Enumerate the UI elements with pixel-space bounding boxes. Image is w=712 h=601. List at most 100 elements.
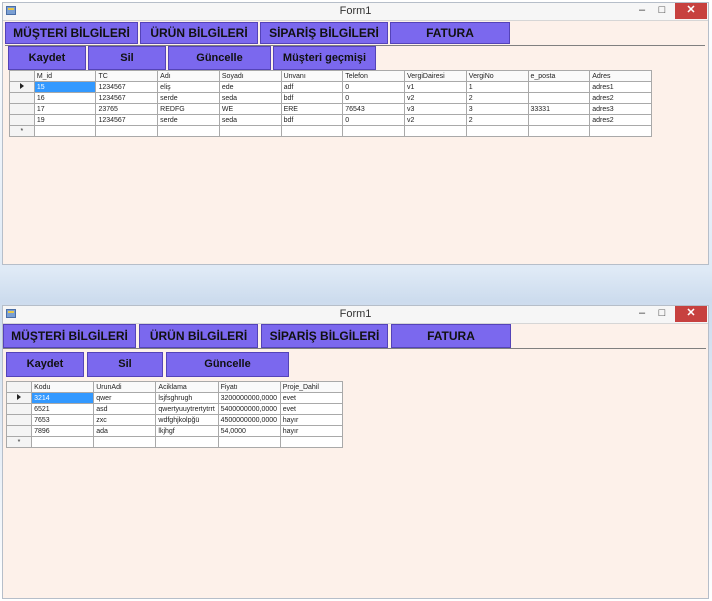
new-row-marker[interactable]: * xyxy=(9,125,35,137)
table-cell[interactable]: bdf xyxy=(280,114,344,126)
table-cell[interactable]: serde xyxy=(157,114,220,126)
title-bar[interactable]: Form1 – □ ✕ xyxy=(3,3,708,21)
table-cell[interactable]: ede xyxy=(218,81,282,93)
table-cell[interactable] xyxy=(527,81,591,93)
table-cell[interactable]: 76543 xyxy=(342,103,405,115)
column-header[interactable]: Telefon xyxy=(342,70,405,82)
minimize-icon[interactable]: – xyxy=(632,306,652,322)
table-cell[interactable]: adres2 xyxy=(589,114,652,126)
table-cell[interactable]: 7896 xyxy=(31,425,95,437)
table-cell[interactable]: 33331 xyxy=(527,103,591,115)
column-header[interactable]: Unvanı xyxy=(280,70,344,82)
table-cell[interactable] xyxy=(155,436,219,448)
table-cell[interactable]: 0 xyxy=(342,114,405,126)
table-cell[interactable]: WE xyxy=(218,103,282,115)
table-row[interactable]: 17 23765 REDFG WE ERE 76543 v3 3 33331 a… xyxy=(9,103,652,115)
table-cell[interactable]: 0 xyxy=(342,81,405,93)
table-row[interactable]: 6521 asd qwertyuuytrertytrrt 5400000000,… xyxy=(5,403,344,415)
table-cell[interactable] xyxy=(527,125,591,137)
table-row[interactable]: 19 1234567 serde seda bdf 0 v2 2 adres2 xyxy=(9,114,652,126)
close-icon[interactable]: ✕ xyxy=(675,306,707,322)
table-cell[interactable] xyxy=(217,436,281,448)
sil-button[interactable]: Sil xyxy=(88,46,166,70)
table-cell[interactable]: adres3 xyxy=(589,103,652,115)
table-cell[interactable]: 23765 xyxy=(95,103,159,115)
new-row[interactable]: * xyxy=(9,125,652,137)
table-row[interactable]: 15 1234567 eliş ede adf 0 v1 1 adres1 xyxy=(9,81,652,93)
table-cell[interactable]: 4500000000,0000 xyxy=(217,414,281,426)
table-row[interactable]: 7896 ada lkjhgf 54,0000 hayır xyxy=(5,425,344,437)
table-cell[interactable]: eliş xyxy=(157,81,220,93)
table-cell[interactable]: 16 xyxy=(33,92,97,104)
table-cell[interactable]: 2 xyxy=(465,92,529,104)
table-cell[interactable] xyxy=(31,436,95,448)
current-row-arrow-icon[interactable] xyxy=(5,392,33,404)
table-cell[interactable]: lkjhgf xyxy=(155,425,219,437)
column-header[interactable]: Aciklama xyxy=(155,381,219,393)
row-header[interactable] xyxy=(5,414,33,426)
table-cell[interactable]: ERE xyxy=(280,103,344,115)
table-cell[interactable]: 7653 xyxy=(31,414,95,426)
table-cell[interactable]: v2 xyxy=(403,92,467,104)
row-header[interactable] xyxy=(9,114,35,126)
maximize-icon[interactable]: □ xyxy=(652,306,672,322)
tab-fatura[interactable]: FATURA xyxy=(390,22,510,44)
table-cell[interactable]: 5400000000,0000 xyxy=(217,403,281,415)
table-cell[interactable]: ada xyxy=(93,425,157,437)
table-cell[interactable]: evet xyxy=(279,403,344,415)
row-header[interactable] xyxy=(9,92,35,104)
row-header[interactable] xyxy=(9,103,35,115)
kaydet-button[interactable]: Kaydet xyxy=(8,46,86,70)
table-cell[interactable] xyxy=(465,125,529,137)
table-cell[interactable] xyxy=(33,125,97,137)
table-cell[interactable]: qwertyuuytrertytrrt xyxy=(155,403,219,415)
table-row[interactable]: 3214 qwer lsjfsghrugh 3200000000,0000 ev… xyxy=(5,392,344,404)
customers-data-grid[interactable]: M_id TC Adı Soyadı Unvanı Telefon VergiD… xyxy=(9,70,652,137)
row-header[interactable] xyxy=(5,403,33,415)
table-cell[interactable]: 15 xyxy=(33,81,97,93)
table-cell[interactable] xyxy=(342,125,405,137)
new-row[interactable]: * xyxy=(5,436,344,448)
table-cell[interactable]: 3200000000,0000 xyxy=(217,392,281,404)
table-cell[interactable] xyxy=(589,125,652,137)
column-header[interactable]: Proje_Dahil xyxy=(279,381,344,393)
table-cell[interactable]: 3 xyxy=(465,103,529,115)
table-cell[interactable]: 2 xyxy=(465,114,529,126)
table-cell[interactable] xyxy=(280,125,344,137)
tab-musteri-bilgileri[interactable]: MÜŞTERİ BİLGİLERİ xyxy=(5,22,138,44)
column-header[interactable]: e_posta xyxy=(527,70,591,82)
table-cell[interactable]: adres1 xyxy=(589,81,652,93)
column-header[interactable]: VergiNo xyxy=(465,70,529,82)
column-header[interactable]: Fiyatı xyxy=(217,381,281,393)
table-cell[interactable]: REDFG xyxy=(157,103,220,115)
table-row[interactable]: 16 1234567 serde seda bdf 0 v2 2 adres2 xyxy=(9,92,652,104)
table-cell[interactable]: seda xyxy=(218,114,282,126)
table-cell[interactable]: 17 xyxy=(33,103,97,115)
column-header[interactable]: Kodu xyxy=(31,381,95,393)
table-cell[interactable] xyxy=(93,436,157,448)
table-cell[interactable]: wdfghjkolpğü xyxy=(155,414,219,426)
table-cell[interactable] xyxy=(403,125,467,137)
table-cell[interactable]: 1234567 xyxy=(95,92,159,104)
table-cell[interactable]: hayır xyxy=(279,425,344,437)
column-header[interactable]: Adres xyxy=(589,70,652,82)
table-cell[interactable]: seda xyxy=(218,92,282,104)
tab-urun-bilgileri[interactable]: ÜRÜN BİLGİLERİ xyxy=(139,324,258,348)
maximize-icon[interactable]: □ xyxy=(652,3,672,19)
table-cell[interactable]: bdf xyxy=(280,92,344,104)
tab-musteri-bilgileri[interactable]: MÜŞTERİ BİLGİLERİ xyxy=(3,324,136,348)
table-cell[interactable]: 1234567 xyxy=(95,114,159,126)
musteri-gecmisi-button[interactable]: Müşteri geçmişi xyxy=(273,46,376,70)
table-cell[interactable]: 3214 xyxy=(31,392,95,404)
table-cell[interactable]: v1 xyxy=(403,81,467,93)
table-cell[interactable]: 19 xyxy=(33,114,97,126)
minimize-icon[interactable]: – xyxy=(632,3,652,19)
table-cell[interactable]: evet xyxy=(279,392,344,404)
kaydet-button[interactable]: Kaydet xyxy=(6,352,84,377)
current-row-arrow-icon[interactable] xyxy=(9,81,35,93)
tab-siparis-bilgileri[interactable]: SİPARİŞ BİLGİLERİ xyxy=(260,22,388,44)
close-icon[interactable]: ✕ xyxy=(675,3,707,19)
column-header[interactable]: UrunAdi xyxy=(93,381,157,393)
column-header[interactable]: Adı xyxy=(157,70,220,82)
column-header[interactable]: TC xyxy=(95,70,159,82)
